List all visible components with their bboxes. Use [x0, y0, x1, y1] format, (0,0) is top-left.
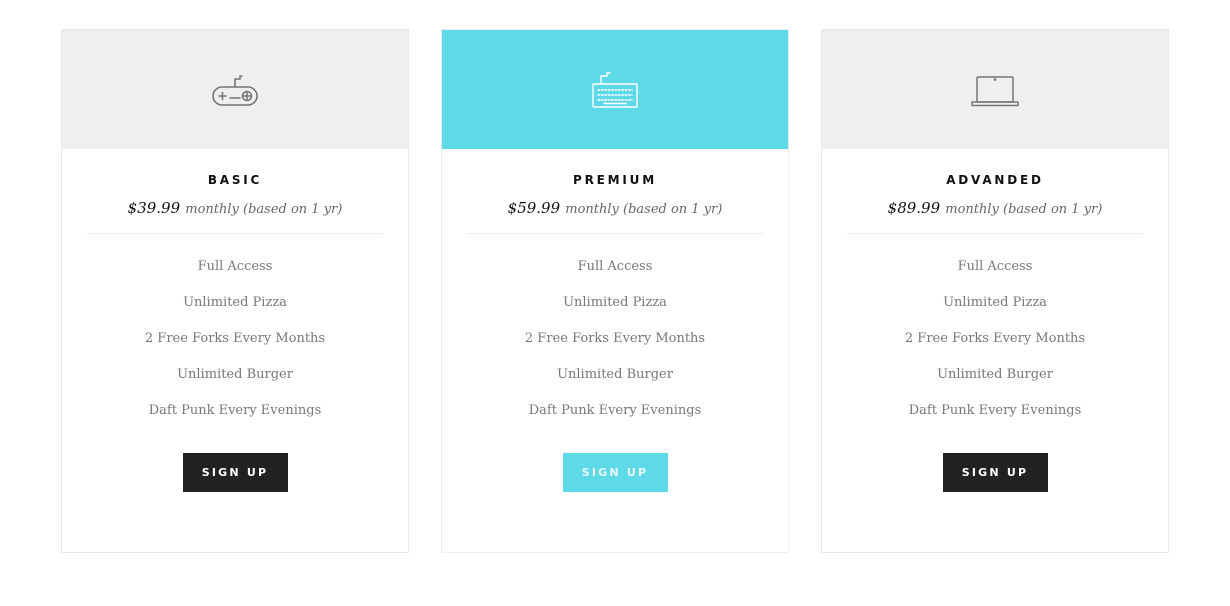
plan-price: $89.99	[887, 199, 941, 217]
laptop-icon	[971, 75, 1019, 106]
keyboard-icon	[592, 71, 638, 108]
feature-list: Full Access Unlimited Pizza 2 Free Forks…	[442, 256, 788, 436]
plan-price: $59.99	[507, 199, 561, 217]
feature-item: Daft Punk Every Evenings	[908, 403, 1082, 418]
feature-item: Unlimited Burger	[557, 367, 673, 382]
divider	[847, 233, 1143, 234]
feature-item: Full Access	[197, 259, 273, 274]
price-line: $39.99 monthly (based on 1 yr)	[62, 197, 408, 219]
signup-button-premium[interactable]: SIGN UP	[562, 453, 668, 492]
plan-card-advanded: ADVANDED $89.99 monthly (based on 1 yr) …	[821, 29, 1169, 553]
signup-button-advanded[interactable]: SIGN UP	[942, 453, 1048, 492]
feature-item: Unlimited Pizza	[183, 295, 287, 310]
feature-item: Unlimited Pizza	[943, 295, 1047, 310]
plan-card-premium: PREMIUM $59.99 monthly (based on 1 yr) F…	[441, 29, 789, 553]
feature-item: Daft Punk Every Evenings	[148, 403, 322, 418]
plan-name: ADVANDED	[946, 173, 1044, 187]
plan-price: $39.99	[127, 199, 181, 217]
feature-item: 2 Free Forks Every Months	[524, 331, 706, 346]
divider	[87, 233, 383, 234]
plan-card-basic: BASIC $39.99 monthly (based on 1 yr) Ful…	[61, 29, 409, 553]
feature-item: 2 Free Forks Every Months	[144, 331, 326, 346]
plan-name: BASIC	[207, 173, 263, 187]
feature-item: Full Access	[957, 259, 1033, 274]
feature-list: Full Access Unlimited Pizza 2 Free Forks…	[822, 256, 1168, 436]
plan-card-header	[442, 30, 788, 149]
feature-item: Full Access	[577, 259, 653, 274]
feature-item: Unlimited Burger	[177, 367, 293, 382]
plan-card-header	[822, 30, 1168, 149]
feature-list: Full Access Unlimited Pizza 2 Free Forks…	[62, 256, 408, 436]
feature-item: Daft Punk Every Evenings	[528, 403, 702, 418]
plan-period: monthly (based on 1 yr)	[185, 202, 343, 217]
price-line: $59.99 monthly (based on 1 yr)	[442, 197, 788, 219]
plan-period: monthly (based on 1 yr)	[945, 202, 1103, 217]
pricing-plans: BASIC $39.99 monthly (based on 1 yr) Ful…	[0, 0, 1230, 606]
signup-button-basic[interactable]: SIGN UP	[182, 453, 288, 492]
plan-card-header	[62, 30, 408, 149]
feature-item: Unlimited Pizza	[563, 295, 667, 310]
divider	[467, 233, 763, 234]
gamepad-icon	[212, 74, 258, 106]
feature-item: 2 Free Forks Every Months	[904, 331, 1086, 346]
feature-item: Unlimited Burger	[937, 367, 1053, 382]
plan-period: monthly (based on 1 yr)	[565, 202, 723, 217]
price-line: $89.99 monthly (based on 1 yr)	[822, 197, 1168, 219]
plan-name: PREMIUM	[573, 173, 657, 187]
